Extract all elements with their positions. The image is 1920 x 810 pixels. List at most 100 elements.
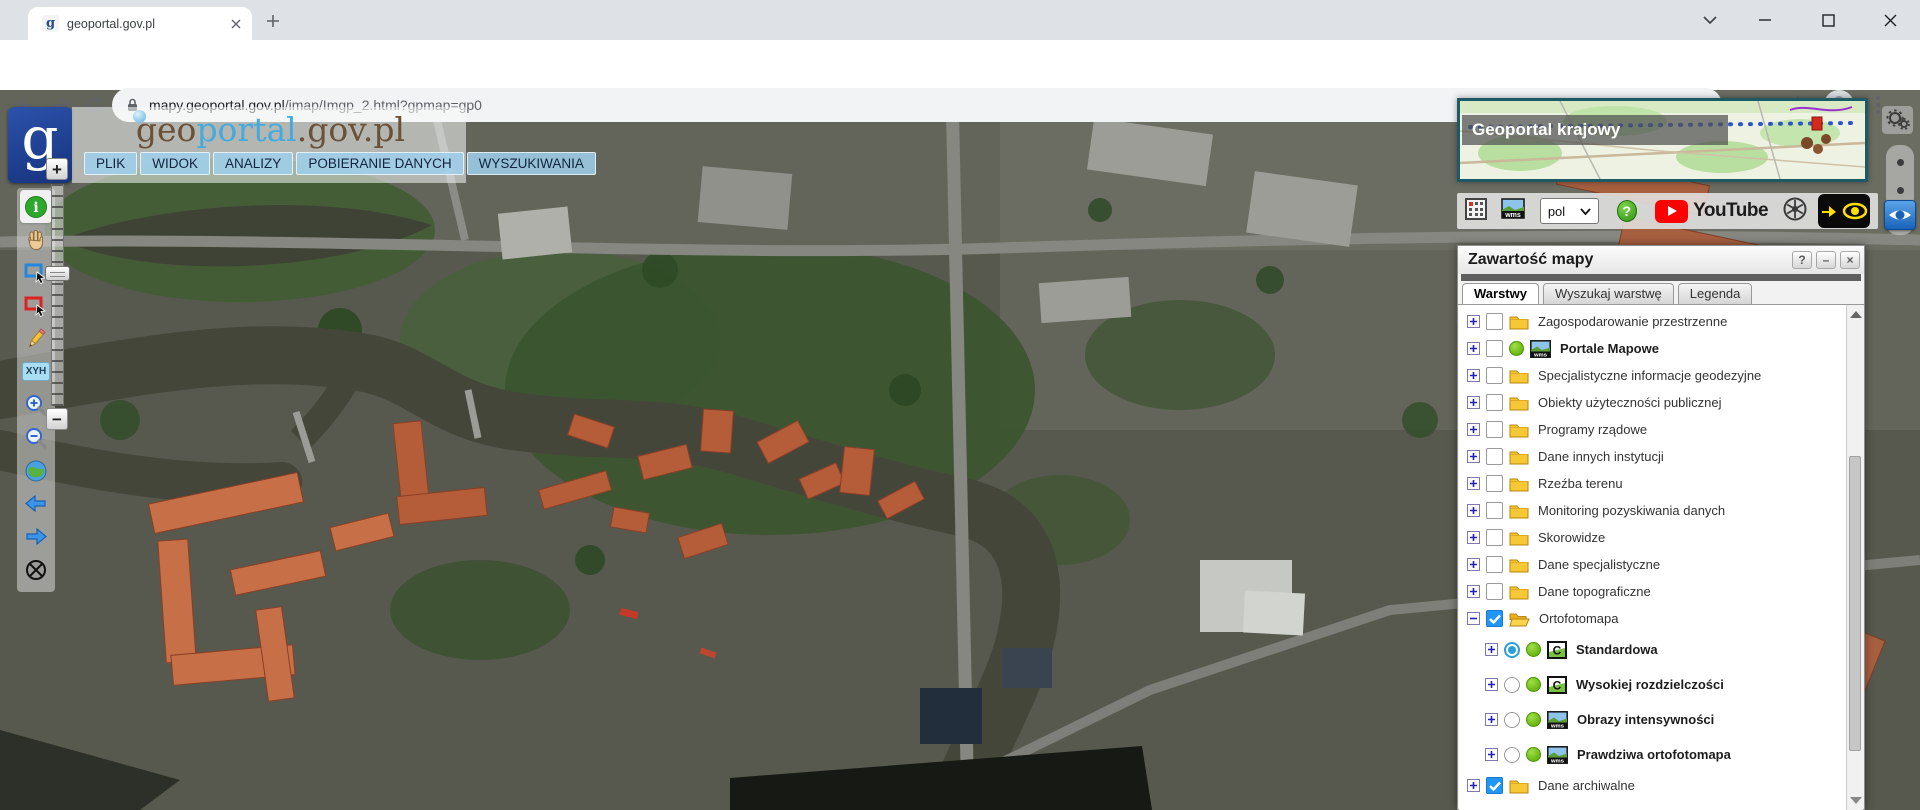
layer-label[interactable]: Dane archiwalne: [1538, 778, 1635, 793]
menu-item-plik[interactable]: PLIK: [84, 152, 138, 175]
contrast-mode-widget[interactable]: [1818, 194, 1870, 228]
pan-tool[interactable]: [20, 223, 52, 256]
panel-close-button[interactable]: ×: [1840, 251, 1860, 269]
expander-plus-icon[interactable]: [1467, 477, 1480, 490]
expander-plus-icon[interactable]: [1485, 748, 1498, 761]
help-button[interactable]: ?: [1616, 200, 1638, 222]
layer-radio[interactable]: [1504, 641, 1520, 658]
expander-plus-icon[interactable]: [1467, 779, 1480, 792]
expander-plus-icon[interactable]: [1467, 423, 1480, 436]
expander-plus-icon[interactable]: [1467, 585, 1480, 598]
expander-plus-icon[interactable]: [1467, 531, 1480, 544]
layer-checkbox[interactable]: [1486, 475, 1503, 492]
layer-label[interactable]: Standardowa: [1576, 642, 1658, 657]
zoom-slider-handle[interactable]: [45, 266, 70, 281]
layer-checkbox[interactable]: [1486, 421, 1503, 438]
tree-scrollbar[interactable]: [1846, 305, 1863, 810]
youtube-button[interactable]: YouTube: [1655, 199, 1769, 223]
full-extent-tool[interactable]: [20, 454, 52, 487]
panel-minimize-button[interactable]: –: [1816, 251, 1836, 269]
layer-checkbox[interactable]: [1486, 502, 1503, 519]
panel-help-button[interactable]: ?: [1792, 251, 1812, 269]
layer-label[interactable]: Obrazy intensywności: [1577, 712, 1714, 727]
expander-minus-icon[interactable]: [1467, 612, 1480, 625]
layer-checkbox[interactable]: [1486, 448, 1503, 465]
add-wms-button[interactable]: wms: [1501, 198, 1540, 224]
zoom-slider-track[interactable]: [51, 184, 64, 406]
browser-tab[interactable]: g geoportal.gov.pl: [28, 7, 252, 40]
tab-legenda[interactable]: Legenda: [1677, 283, 1753, 305]
window-minimize-button[interactable]: [1753, 8, 1777, 32]
expander-plus-icon[interactable]: [1485, 643, 1498, 656]
layer-checkbox[interactable]: [1486, 556, 1503, 573]
asterisk-wheel-button[interactable]: [1782, 196, 1808, 227]
expander-plus-icon[interactable]: [1485, 713, 1498, 726]
settings-gears-button[interactable]: [1882, 106, 1913, 134]
layer-checkbox[interactable]: [1486, 583, 1503, 600]
layer-radio[interactable]: [1504, 746, 1520, 763]
layer-checkbox[interactable]: [1486, 529, 1503, 546]
expander-plus-icon[interactable]: [1467, 315, 1480, 328]
layer-label[interactable]: Prawdziwa ortofotomapa: [1577, 747, 1731, 762]
scrollbar-thumb[interactable]: [1849, 456, 1861, 751]
menu-item-widok[interactable]: WIDOK: [140, 152, 211, 175]
panel-header[interactable]: Zawartość mapy ? – ×: [1458, 246, 1864, 274]
layer-label[interactable]: Ortofotomapa: [1539, 611, 1619, 626]
center-map-tool[interactable]: [20, 553, 52, 586]
language-select[interactable]: pol: [1539, 198, 1599, 224]
new-tab-button[interactable]: [262, 10, 284, 32]
layer-label[interactable]: Dane topograficzne: [1538, 584, 1651, 599]
menu-item-wyszukiwania[interactable]: WYSZUKIWANIA: [466, 152, 596, 175]
layer-label[interactable]: Skorowidze: [1538, 530, 1605, 545]
menu-item-analizy[interactable]: ANALIZY: [213, 152, 294, 175]
tab-wyszukaj-warstwę[interactable]: Wyszukaj warstwę: [1542, 283, 1674, 305]
expander-plus-icon[interactable]: [1467, 450, 1480, 463]
tab-close-icon[interactable]: [227, 15, 244, 32]
layer-label[interactable]: Specjalistyczne informacje geodezyjne: [1538, 368, 1761, 383]
layer-label[interactable]: Obiekty użyteczności publicznej: [1538, 395, 1722, 410]
zoom-in-button[interactable]: +: [46, 158, 68, 180]
layer-radio[interactable]: [1504, 676, 1520, 693]
layer-label[interactable]: Rzeźba terenu: [1538, 476, 1623, 491]
expander-plus-icon[interactable]: [1467, 558, 1480, 571]
layer-label[interactable]: Programy rządowe: [1538, 422, 1647, 437]
layer-label[interactable]: Wysokiej rozdzielczości: [1576, 677, 1724, 692]
overview-map-panel[interactable]: Geoportal krajowy: [1457, 98, 1868, 182]
tab-search-icon[interactable]: [1698, 8, 1722, 32]
identify-tool[interactable]: i: [20, 190, 52, 223]
measure-draw-tool[interactable]: [20, 322, 52, 355]
layer-checkbox[interactable]: [1486, 313, 1503, 330]
layer-radio[interactable]: [1504, 711, 1520, 728]
window-maximize-button[interactable]: [1816, 8, 1840, 32]
layer-label[interactable]: Dane innych instytucji: [1538, 449, 1664, 464]
layer-checkbox[interactable]: [1486, 777, 1503, 794]
tab-warstwy[interactable]: Warstwy: [1462, 283, 1539, 305]
zoom-out-button[interactable]: −: [46, 408, 68, 430]
menu-item-pobieranie-danych[interactable]: POBIERANIE DANYCH: [296, 152, 464, 175]
layer-checkbox[interactable]: [1486, 340, 1503, 357]
expander-plus-icon[interactable]: [1485, 678, 1498, 691]
layer-checkbox[interactable]: [1486, 394, 1503, 411]
layer-checkbox[interactable]: [1486, 367, 1503, 384]
layer-label[interactable]: Monitoring pozyskiwania danych: [1538, 503, 1725, 518]
layer-checkbox[interactable]: [1486, 610, 1503, 627]
expander-plus-icon[interactable]: [1467, 369, 1480, 382]
map-tools-toolbar: i XYH: [17, 188, 55, 592]
expander-plus-icon[interactable]: [1467, 396, 1480, 409]
composition-grid-button[interactable]: [1465, 197, 1493, 225]
toggle-dot-bottom[interactable]: [1897, 187, 1904, 194]
layer-label[interactable]: Dane specjalistyczne: [1538, 557, 1660, 572]
expander-plus-icon[interactable]: [1467, 504, 1480, 517]
expander-plus-icon[interactable]: [1467, 342, 1480, 355]
window-close-button[interactable]: [1878, 8, 1902, 32]
toggle-dot-top[interactable]: [1897, 159, 1904, 166]
layer-label[interactable]: Zagospodarowanie przestrzenne: [1538, 314, 1727, 329]
scroll-up-icon[interactable]: [1850, 311, 1862, 318]
previous-view-tool[interactable]: [20, 487, 52, 520]
clear-selection-tool[interactable]: [20, 289, 52, 322]
scroll-down-icon[interactable]: [1850, 797, 1862, 804]
next-view-tool[interactable]: [20, 520, 52, 553]
coordinates-xyh-tool[interactable]: XYH: [20, 355, 52, 388]
visibility-eye-button[interactable]: [1884, 200, 1916, 230]
layer-label[interactable]: Portale Mapowe: [1560, 341, 1659, 356]
